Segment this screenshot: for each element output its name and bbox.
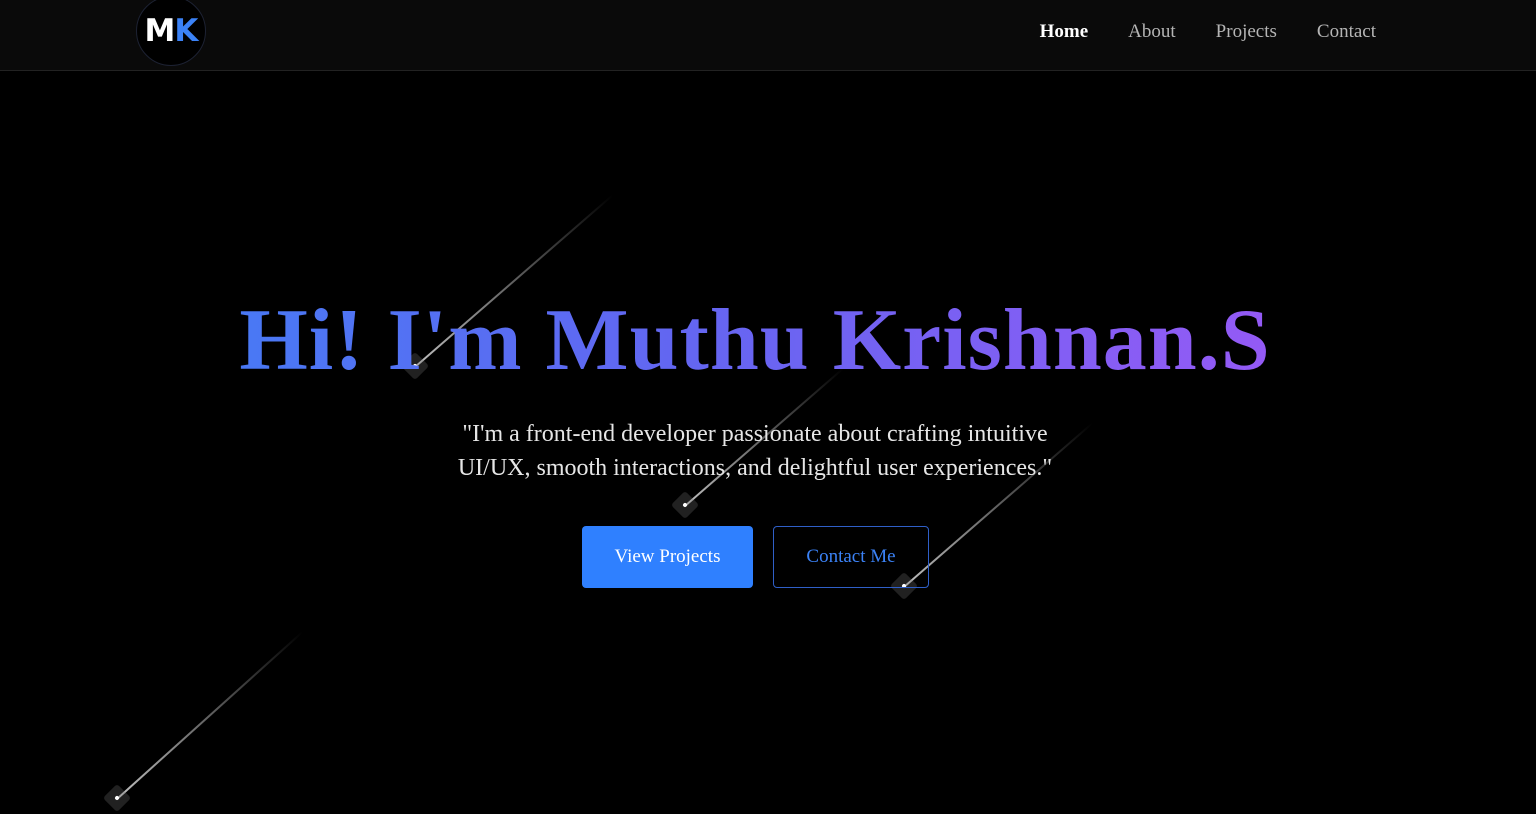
nav-link-contact[interactable]: Contact xyxy=(1317,20,1376,44)
nav-link-about[interactable]: About xyxy=(1128,20,1176,44)
nav-item-home: Home xyxy=(1040,20,1089,44)
nav-link-home[interactable]: Home xyxy=(1040,20,1089,44)
view-projects-button[interactable]: View Projects xyxy=(582,526,753,588)
nav-link-projects[interactable]: Projects xyxy=(1216,20,1277,44)
hero-subtitle: "I'm a front-end developer passionate ab… xyxy=(457,421,1053,481)
nav-links: Home About Projects Contact xyxy=(1040,20,1376,44)
nav-item-projects: Projects xyxy=(1216,20,1277,44)
logo-letter-k: K xyxy=(174,13,198,49)
hero-section: Hi! I'm Muthu Krishnan.S "I'm a front-en… xyxy=(0,71,1536,814)
navbar: MK Home About Projects Contact xyxy=(0,0,1536,71)
logo[interactable]: MK xyxy=(136,0,206,66)
nav-item-contact: Contact xyxy=(1317,20,1376,44)
logo-letter-m: M xyxy=(144,13,176,49)
hero-title: Hi! I'm Muthu Krishnan.S xyxy=(0,293,1510,389)
contact-me-button[interactable]: Contact Me xyxy=(773,526,929,588)
nav-item-about: About xyxy=(1128,20,1176,44)
